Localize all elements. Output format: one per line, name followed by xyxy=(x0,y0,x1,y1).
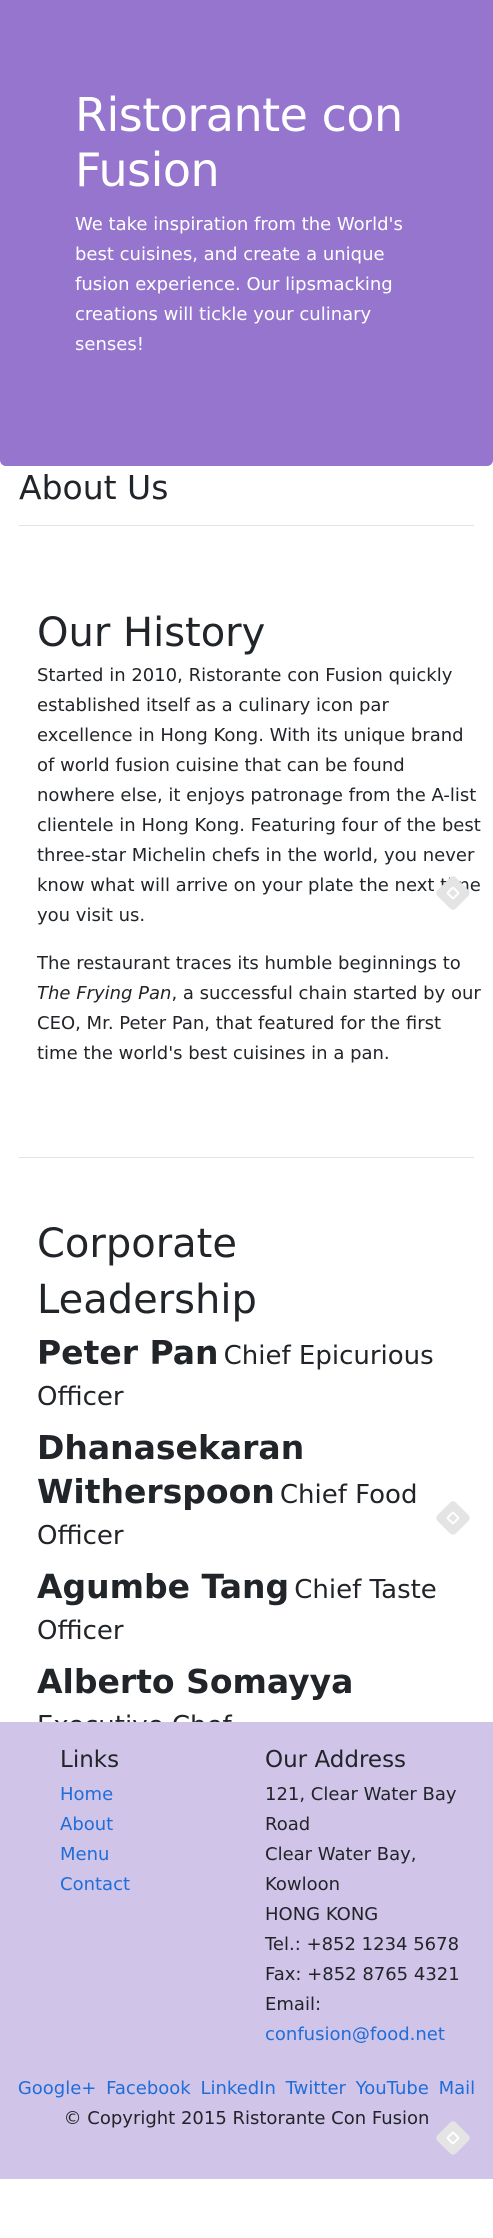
address-line: Clear Water Bay, Kowloon xyxy=(265,1844,417,1895)
social-link-twitter[interactable]: Twitter xyxy=(286,2078,346,2099)
footer-address-column: Our Address 121, Clear Water Bay Road Cl… xyxy=(265,1740,465,2050)
social-link-linkedin[interactable]: LinkedIn xyxy=(200,2078,275,2099)
copyright-text: © Copyright 2015 Ristorante Con Fusion xyxy=(63,2108,430,2129)
social-link-google-plus[interactable]: Google+ xyxy=(18,2078,97,2099)
leader-name: Agumbe Tang xyxy=(37,1567,290,1606)
footer-link-about[interactable]: About xyxy=(60,1810,130,1840)
history-paragraph-2: The restaurant traces its humble beginni… xyxy=(37,949,482,1069)
hero-banner: Ristorante con Fusion We take inspiratio… xyxy=(0,0,493,466)
footer-link-contact[interactable]: Contact xyxy=(60,1870,130,1900)
history-paragraph-1: Started in 2010, Ristorante con Fusion q… xyxy=(37,665,481,926)
hero-title: Ristorante con Fusion xyxy=(75,88,403,197)
address-line: HONG KONG xyxy=(265,1904,379,1925)
email-label: Email: xyxy=(265,1994,322,2015)
leader-name: Dhanasekaran Witherspoon xyxy=(37,1428,305,1511)
footer-link-home[interactable]: Home xyxy=(60,1780,130,1810)
email-link[interactable]: confusion@food.net xyxy=(265,2020,465,2050)
social-link-facebook[interactable]: Facebook xyxy=(106,2078,191,2099)
footer-links-title: Links xyxy=(60,1747,120,1773)
leadership-title: Corporate Leadership xyxy=(37,1221,257,1323)
footer-address-title: Our Address xyxy=(265,1747,407,1773)
social-links: Google+ Facebook LinkedIn Twitter YouTub… xyxy=(0,2074,493,2104)
leadership-section: Corporate Leadership Peter Pan Chief Epi… xyxy=(37,1216,467,1758)
history-emphasis: The Frying Pan xyxy=(37,983,172,1004)
footer-links-column: Links Home About Menu Contact xyxy=(60,1740,130,1900)
footer-link-menu[interactable]: Menu xyxy=(60,1840,130,1870)
page-title: About Us xyxy=(19,468,169,507)
social-link-youtube[interactable]: YouTube xyxy=(356,2078,429,2099)
divider xyxy=(19,525,474,526)
history-section: Our History Started in 2010, Ristorante … xyxy=(37,605,482,1069)
leader-item: Agumbe Tang Chief Taste Officer xyxy=(37,1568,467,1653)
address-line: 121, Clear Water Bay Road xyxy=(265,1784,457,1835)
phone-number: Tel.: +852 1234 5678 xyxy=(265,1934,460,1955)
leader-name: Peter Pan xyxy=(37,1333,219,1372)
social-link-mail[interactable]: Mail xyxy=(439,2078,476,2099)
history-title: Our History xyxy=(37,610,266,656)
divider xyxy=(19,1157,474,1158)
history-text: The restaurant traces its humble beginni… xyxy=(37,953,461,974)
leader-name: Alberto Somayya xyxy=(37,1662,354,1701)
footer: Links Home About Menu Contact Our Addres… xyxy=(0,1722,493,2179)
leader-item: Peter Pan Chief Epicurious Officer xyxy=(37,1334,467,1419)
fax-number: Fax: +852 8765 4321 xyxy=(265,1964,460,1985)
hero-subtitle: We take inspiration from the World's bes… xyxy=(75,214,403,355)
leader-item: Dhanasekaran Witherspoon Chief Food Offi… xyxy=(37,1429,467,1558)
